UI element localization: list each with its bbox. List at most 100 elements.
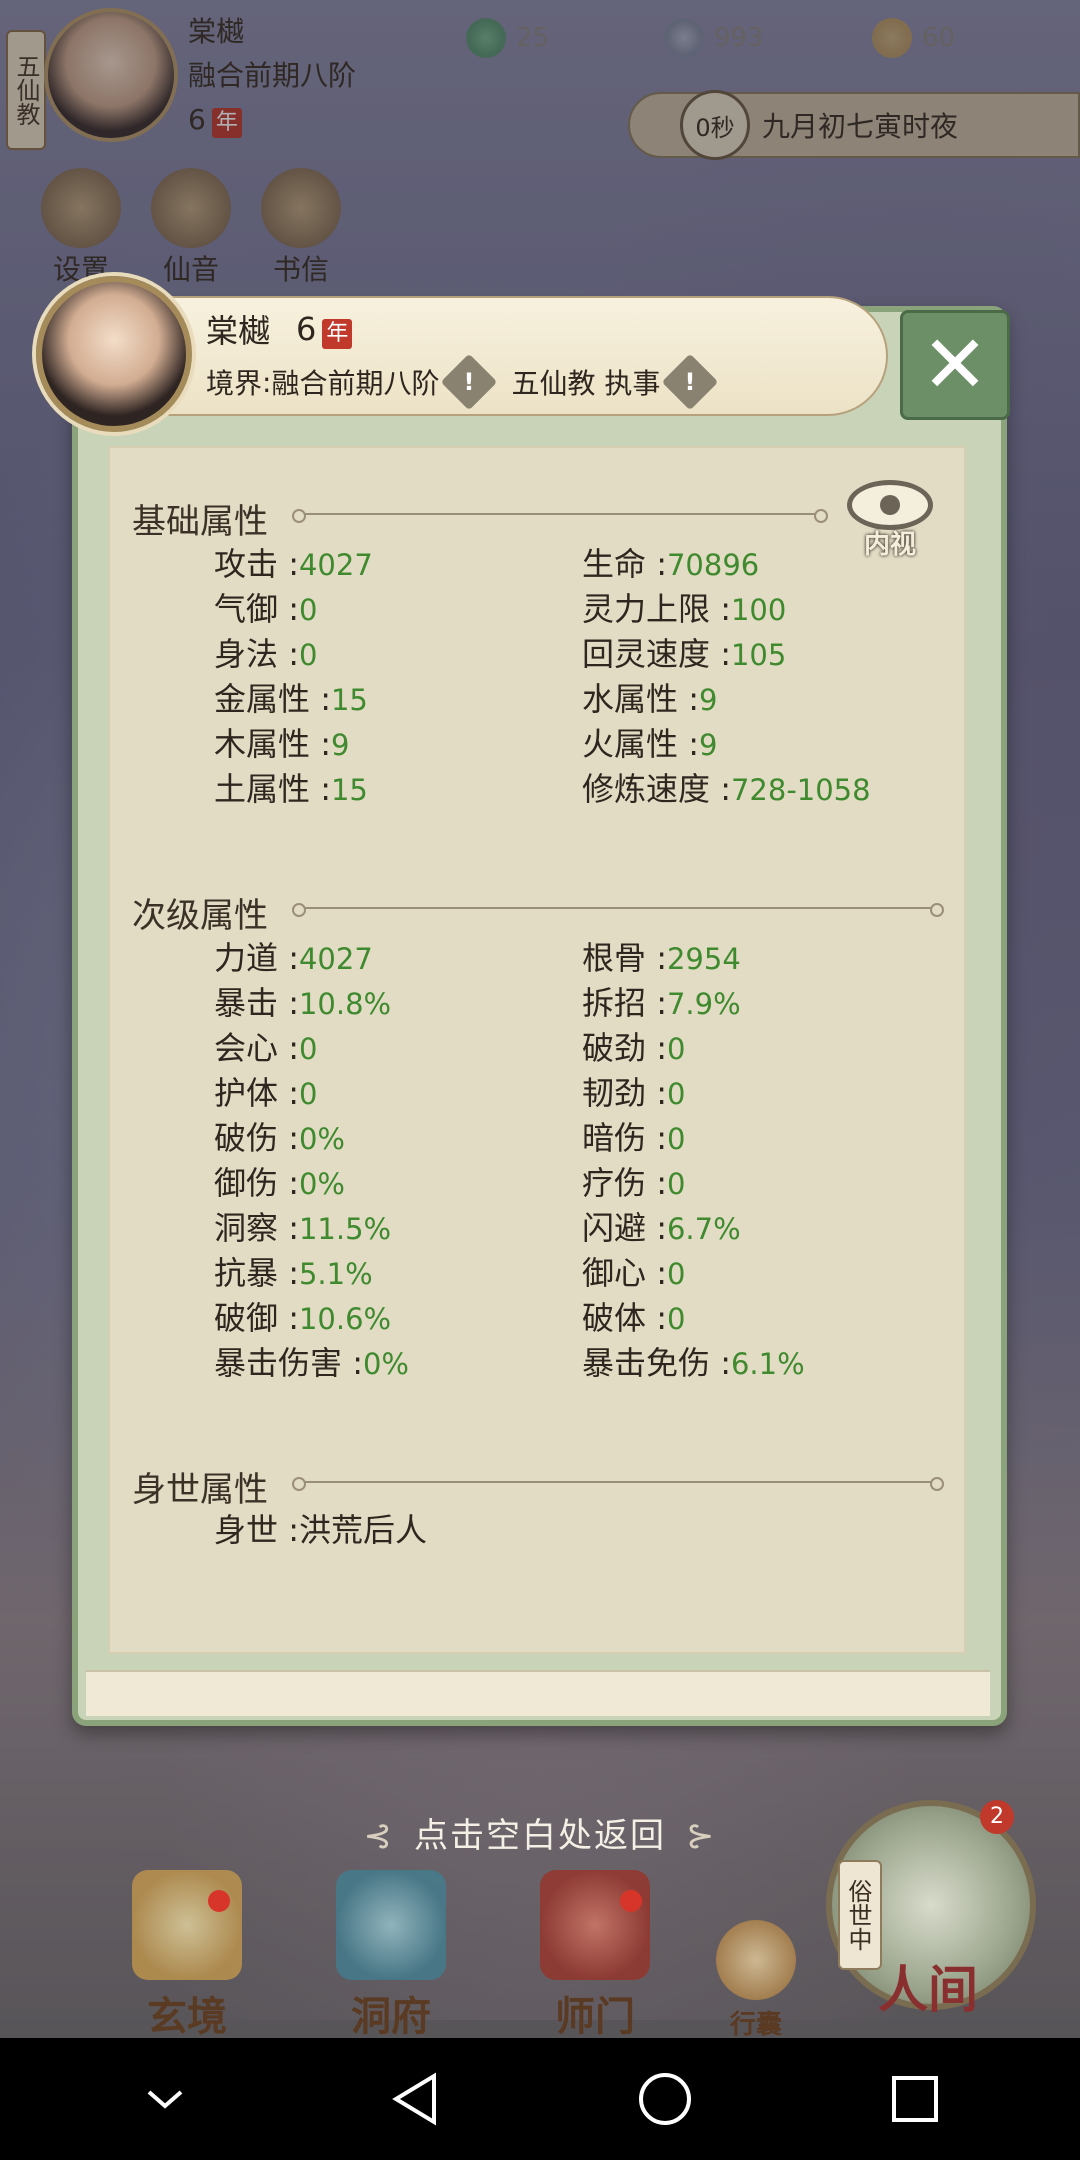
character-age-value: 6	[296, 309, 317, 348]
nav-cave[interactable]: 洞府	[336, 1870, 446, 2042]
attribute-name: 闪避	[582, 1209, 647, 1247]
attribute-row: 生命 :70896	[582, 545, 760, 583]
attribute-value: 4027	[298, 942, 373, 976]
attribute-value: 9	[330, 728, 350, 762]
attribute-value: 0	[666, 1257, 686, 1291]
attribute-row: 回灵速度 :105	[582, 635, 787, 673]
attribute-value: 0	[298, 638, 318, 672]
attribute-name: 抗暴	[214, 1254, 279, 1292]
sect-banner-icon	[540, 1870, 650, 1980]
character-realm-row: 境界: 融合前期八阶 ! 五仙教 执事 !	[206, 353, 732, 411]
collapse-button[interactable]	[105, 2049, 225, 2149]
panel-footer	[86, 1670, 990, 1716]
sect-role: 五仙教 执事	[511, 367, 661, 400]
attribute-value: 2954	[666, 942, 741, 976]
attribute-value: 10.8%	[298, 987, 392, 1021]
nav-mystic-realm-label: 玄境	[147, 1994, 227, 2040]
eye-icon	[847, 479, 933, 530]
attribute-row: 洞察 :11.5%	[214, 1209, 392, 1247]
attribute-name: 御心	[582, 1254, 647, 1292]
character-name-row: 棠樾 6年	[206, 306, 353, 352]
inner-view-button[interactable]: 内视	[840, 470, 940, 570]
attribute-value: 0%	[298, 1167, 345, 1201]
attribute-name: 暗伤	[582, 1119, 647, 1157]
attribute-name: 火属性	[582, 725, 679, 763]
nav-cave-label: 洞府	[351, 1994, 431, 2040]
attribute-name: 身世	[214, 1511, 279, 1549]
attribute-value: 15	[330, 683, 368, 717]
attribute-row: 火属性 :9	[582, 725, 718, 763]
attribute-name: 护体	[214, 1074, 279, 1112]
realm-info-icon[interactable]: !	[441, 353, 498, 411]
attribute-row: 木属性 :9	[214, 725, 350, 763]
collapse-icon	[147, 2090, 183, 2109]
world-status-tag: 俗世中	[838, 1860, 882, 1970]
attribute-row: 破御 :10.6%	[214, 1299, 392, 1337]
sect-info-icon[interactable]: !	[662, 353, 719, 411]
attribute-name: 土属性	[214, 770, 311, 808]
attribute-row: 暗伤 :0	[582, 1119, 686, 1157]
attribute-value: 0	[298, 1077, 318, 1111]
attribute-row: 韧劲 :0	[582, 1074, 686, 1112]
system-navigation-bar	[0, 2038, 1080, 2160]
back-icon	[392, 2072, 436, 2126]
attribute-row: 身世 :洪荒后人	[214, 1511, 427, 1549]
attribute-row: 会心 :0	[214, 1029, 318, 1067]
attribute-value: 0	[666, 1167, 686, 1201]
attribute-value: 6.7%	[666, 1212, 741, 1246]
attribute-name: 疗伤	[582, 1164, 647, 1202]
character-name: 棠樾	[206, 312, 271, 350]
section-title-origin: 身世属性	[132, 1470, 268, 1510]
attribute-row: 水属性 :9	[582, 680, 718, 718]
attribute-row: 拆招 :7.9%	[582, 984, 741, 1022]
attribute-value: 9	[698, 728, 718, 762]
realm-label: 境界	[206, 367, 263, 400]
attribute-name: 攻击	[214, 545, 279, 583]
attribute-value: 0%	[298, 1122, 345, 1156]
notification-dot	[208, 1890, 230, 1912]
attribute-value: 6.1%	[730, 1347, 805, 1381]
attribute-row: 暴击 :10.8%	[214, 984, 392, 1022]
attribute-value: 7.9%	[666, 987, 741, 1021]
attribute-value: 0	[298, 593, 318, 627]
attribute-name: 破伤	[214, 1119, 279, 1157]
character-year-badge: 年	[322, 318, 353, 349]
attribute-value: 11.5%	[298, 1212, 392, 1246]
attribute-row: 破伤 :0%	[214, 1119, 345, 1157]
attribute-row: 攻击 :4027	[214, 545, 373, 583]
attribute-name: 洞察	[214, 1209, 279, 1247]
attribute-row: 抗暴 :5.1%	[214, 1254, 373, 1292]
home-button[interactable]	[605, 2049, 725, 2149]
attribute-row: 暴击免伤 :6.1%	[582, 1344, 805, 1382]
attribute-name: 木属性	[214, 725, 311, 763]
realm-value: 融合前期八阶	[271, 367, 440, 400]
recents-icon	[892, 2076, 938, 2122]
attribute-row: 暴击伤害 :0%	[214, 1344, 409, 1382]
attribute-row: 根骨 :2954	[582, 939, 741, 977]
attribute-value: 105	[730, 638, 787, 672]
attribute-row: 身法 :0	[214, 635, 318, 673]
recents-button[interactable]	[855, 2049, 975, 2149]
attribute-row: 破劲 :0	[582, 1029, 686, 1067]
nav-bag[interactable]: 行囊	[716, 1920, 796, 2041]
attribute-value: 15	[330, 773, 368, 807]
close-button[interactable]: ✕	[900, 310, 1010, 420]
attribute-row: 气御 :0	[214, 590, 318, 628]
attribute-value: 0	[298, 1032, 318, 1066]
attribute-value: 0	[666, 1122, 686, 1156]
attribute-value: 0	[666, 1032, 686, 1066]
attribute-name: 修炼速度	[582, 770, 711, 808]
attribute-value: 0	[666, 1302, 686, 1336]
attribute-name: 会心	[214, 1029, 279, 1067]
back-button[interactable]	[355, 2049, 475, 2149]
notification-dot	[620, 1890, 642, 1912]
attribute-row: 力道 :4027	[214, 939, 373, 977]
section-divider-origin	[292, 1477, 944, 1491]
bag-icon	[716, 1920, 796, 2000]
attribute-name: 身法	[214, 635, 279, 673]
world-label: 人间	[878, 1961, 978, 2019]
attribute-name: 韧劲	[582, 1074, 647, 1112]
attribute-value: 9	[698, 683, 718, 717]
attribute-row: 御伤 :0%	[214, 1164, 345, 1202]
attribute-row: 破体 :0	[582, 1299, 686, 1337]
